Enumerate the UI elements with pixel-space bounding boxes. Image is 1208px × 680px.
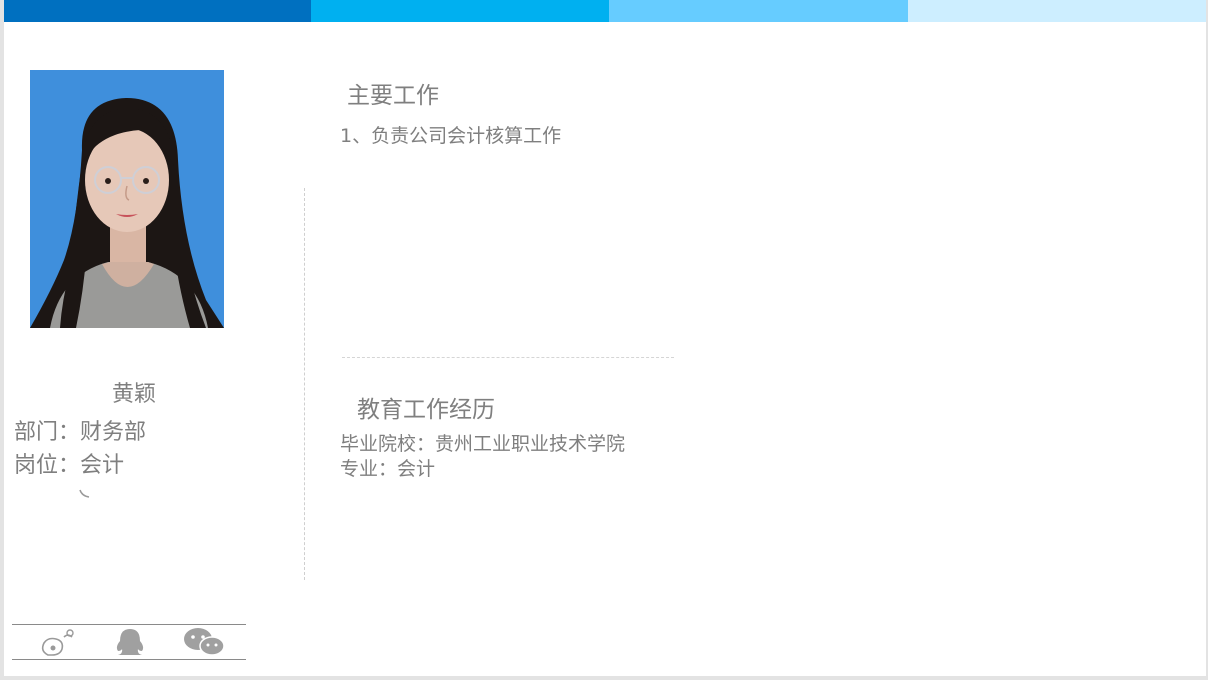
top-bar-segment-2 [311,0,609,22]
work-item: 1、负责公司会计核算工作 [340,125,562,147]
top-color-bar [4,0,1206,22]
qq-icon[interactable] [110,627,150,657]
education-major: 专业：会计 [340,458,436,480]
profile-photo [30,70,224,328]
profile-name: 黄颖 [112,382,157,407]
top-bar-segment-3 [609,0,908,22]
decorative-mark [79,489,90,498]
resume-slide: 黄颖 部门：财务部 岗位：会计 主要工作 1、负责公司会计核算工作 教育工作经历… [4,0,1206,676]
weibo-icon[interactable] [38,627,78,657]
profile-department: 部门：财务部 [14,420,147,445]
top-bar-segment-4 [908,0,1206,22]
work-section-title: 主要工作 [347,83,439,109]
vertical-divider [304,188,305,580]
education-school: 毕业院校：贵州工业职业技术学院 [340,433,626,455]
horizontal-divider [342,357,674,358]
wechat-icon[interactable] [180,627,230,657]
top-bar-segment-1 [4,0,311,22]
social-icon-bar [12,624,246,660]
education-section-title: 教育工作经历 [357,397,495,423]
profile-position: 岗位：会计 [14,453,125,478]
portrait-image [30,70,224,328]
